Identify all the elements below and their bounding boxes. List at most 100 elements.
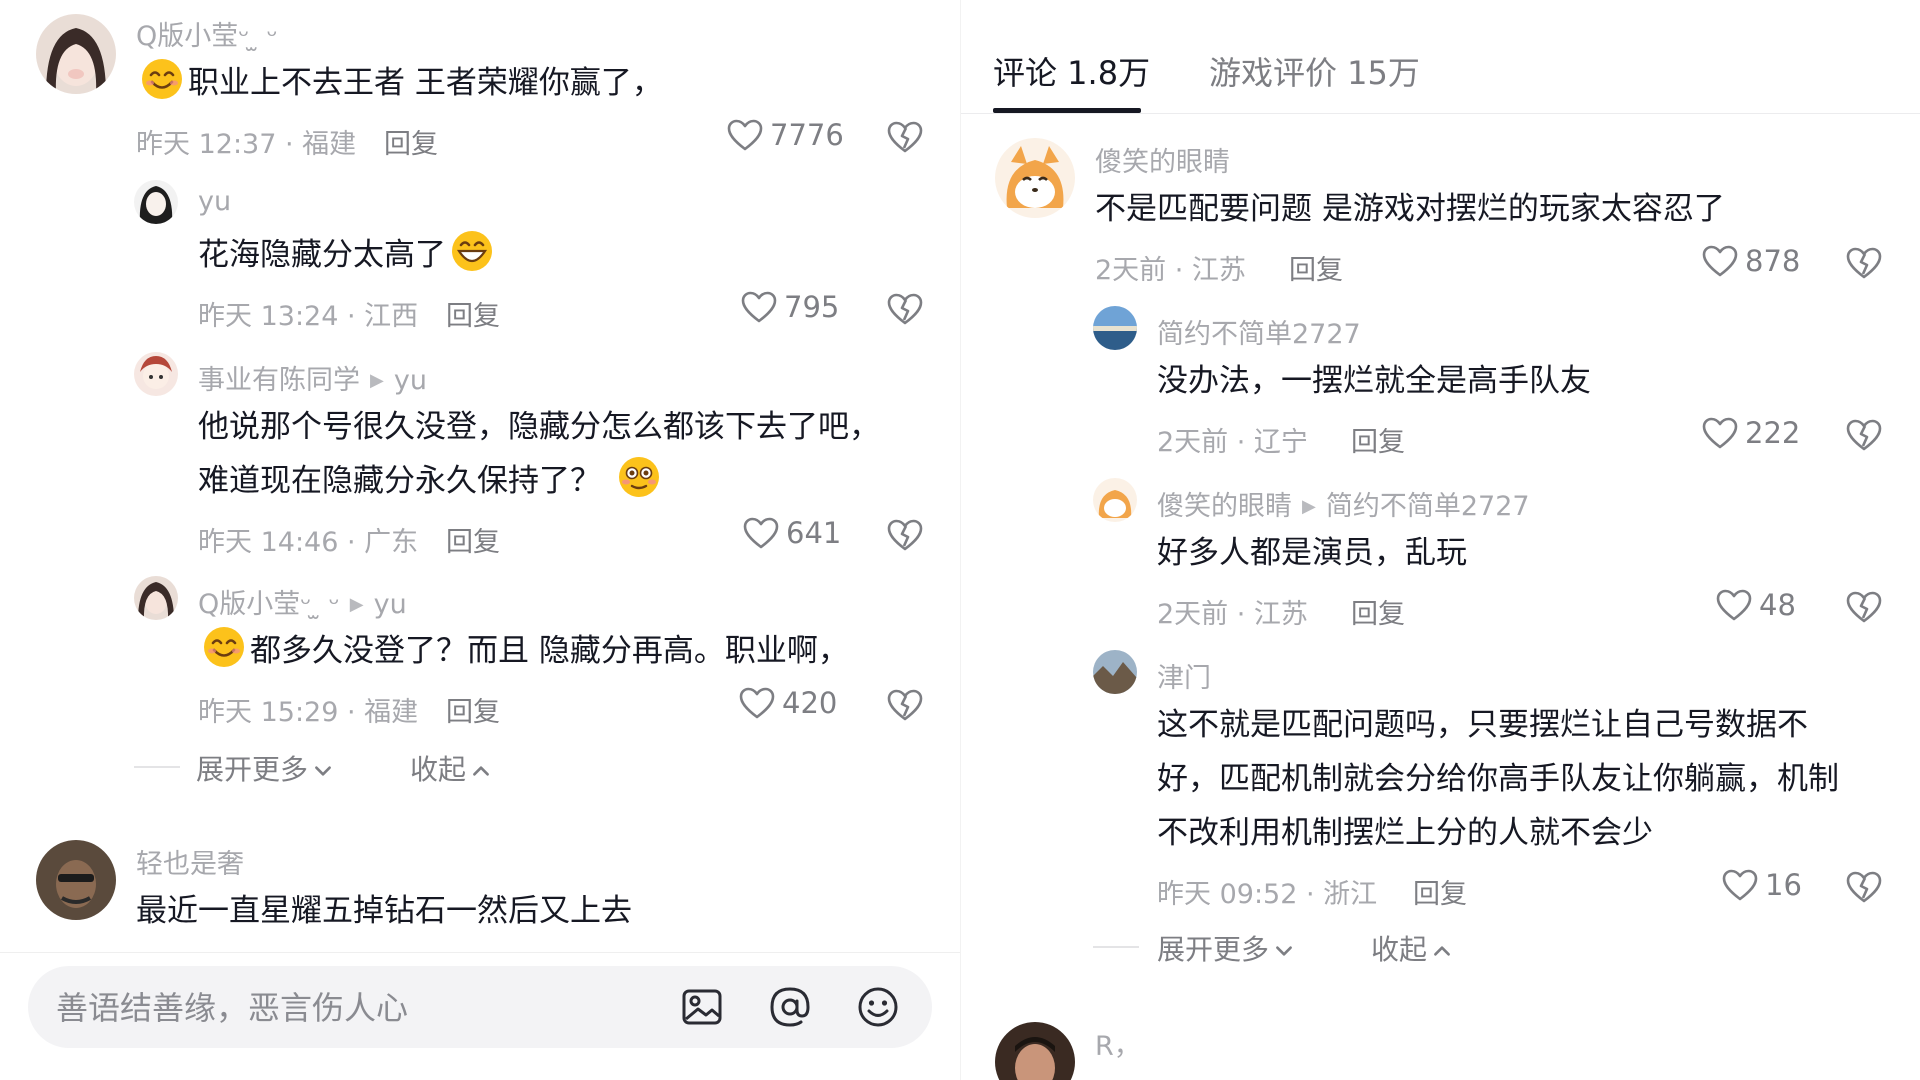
heart-icon [726,118,764,152]
right-comment-panel: 评论 1.8万 游戏评价 15万 傻笑的眼睛 不是匹配要问题 是游戏对摆烂的玩家… [960,0,1920,1080]
tab-divider [961,113,1920,114]
dislike-heart-icon[interactable] [1845,868,1883,906]
image-icon[interactable] [678,983,726,1031]
like-count: 795 [784,290,840,324]
heart-icon [740,290,778,324]
comment-text: 不是匹配要问题 是游戏对摆烂的玩家太容忍了 [1095,191,1725,227]
comment-time-location: 昨天 13:24 · 江西 [198,301,419,332]
like-button[interactable]: 48 [1715,588,1796,622]
comment-input-bar [28,966,932,1050]
comment-text: 他说那个号很久没登，隐藏分怎么都该下去了吧， 难道现在隐藏分永久保持了？ [198,409,880,499]
like-count: 222 [1745,416,1801,450]
avatar[interactable] [1093,478,1137,522]
reply-button[interactable]: 回复 [446,690,500,729]
expand-divider [1093,946,1139,948]
comment-time-location: 昨天 09:52 · 浙江 [1157,879,1378,910]
like-button[interactable]: 420 [738,686,837,720]
avatar[interactable] [1093,650,1137,694]
avatar[interactable] [1093,306,1137,350]
reply-button[interactable]: 回复 [1289,248,1343,287]
avatar[interactable] [134,352,178,396]
like-button[interactable]: 795 [740,290,839,324]
reply-arrow-icon: ▶ [349,594,364,615]
avatar[interactable] [36,840,116,920]
comment-time-location: 2天前 · 江苏 [1095,255,1246,286]
comment-input[interactable] [54,966,638,1050]
comment-text: 最近一直星耀五掉钻石一然后又上去 [136,893,632,929]
input-divider [0,952,960,953]
like-button[interactable]: 7776 [726,118,844,152]
expand-more-button[interactable]: 展开更多 [1157,928,1295,968]
reply-arrow-icon: ▶ [1302,496,1316,517]
expand-more-button[interactable]: 展开更多 [196,748,334,788]
comment-username[interactable]: 傻笑的眼睛 [1095,140,1230,179]
smile-emoji-icon [140,57,184,101]
comment-time-location: 2天前 · 辽宁 [1157,427,1308,458]
avatar[interactable] [995,1022,1075,1080]
emoji-icon[interactable] [854,983,902,1031]
chevron-up-icon [470,760,492,782]
avatar[interactable] [36,14,116,94]
comment-username[interactable]: 津门 [1157,656,1211,695]
like-button[interactable]: 878 [1701,244,1800,278]
avatar[interactable] [134,180,178,224]
comment-time-location: 2天前 · 江苏 [1157,599,1308,630]
smile-emoji-icon [202,625,246,669]
dislike-heart-icon[interactable] [886,118,924,156]
comment-text: 职业上不去王者 王者荣耀你赢了， [136,56,663,110]
collapse-button[interactable]: 收起 [410,748,492,788]
comment-time-location: 昨天 15:29 · 福建 [198,697,419,728]
comment-text: 好多人都是演员，乱玩 [1157,535,1467,571]
like-count: 7776 [770,118,844,152]
heart-icon [1715,588,1753,622]
comment-text: 花海隐藏分太高了 [198,228,498,282]
like-count: 420 [782,686,838,720]
comment-username[interactable]: 轻也是奢 [136,842,244,881]
comment-text: 都多久没登了？而且 隐藏分再高。职业啊， [198,624,849,678]
comment-username: 事业有陈同学 ▶ yu [198,365,427,396]
dislike-heart-icon[interactable] [1845,588,1883,626]
reply-button[interactable]: 回复 [384,122,438,161]
comment-username[interactable]: R， [1095,1024,1141,1063]
heart-icon [742,516,780,550]
comment-username[interactable]: Q版小莹ᵕ ̫ ᵕ [136,14,278,53]
comment-time-location: 昨天 14:46 · 广东 [198,527,419,558]
grin-emoji-icon [450,229,494,273]
dislike-heart-icon[interactable] [886,516,924,554]
like-button[interactable]: 641 [742,516,841,550]
dislike-heart-icon[interactable] [1845,244,1883,282]
comment-text: 这不就是匹配问题吗，只要摆烂让自己号数据不 好，匹配机制就会分给你高手队友让你躺… [1157,707,1839,851]
reply-button[interactable]: 回复 [446,294,500,333]
reply-button[interactable]: 回复 [1351,420,1405,459]
heart-icon [1701,244,1739,278]
collapse-button[interactable]: 收起 [1371,928,1453,968]
like-button[interactable]: 222 [1701,416,1800,450]
tab-game-reviews[interactable]: 游戏评价 15万 [1209,48,1420,94]
avatar[interactable] [134,576,178,620]
reply-arrow-icon: ▶ [370,370,384,391]
comment-username[interactable]: 简约不简单2727 [1157,312,1361,351]
dislike-heart-icon[interactable] [886,686,924,724]
like-count: 878 [1745,244,1801,278]
tab-comments[interactable]: 评论 1.8万 [993,48,1150,94]
dislike-heart-icon[interactable] [1845,416,1883,454]
like-count: 16 [1765,868,1802,902]
comment-text: 没办法，一摆烂就全是高手队友 [1157,363,1591,399]
expand-divider [134,766,180,768]
like-button[interactable]: 16 [1721,868,1802,902]
flushed-emoji-icon [617,455,661,499]
comment-username[interactable]: yu [198,186,231,217]
like-count: 641 [786,516,842,550]
chevron-down-icon [312,760,334,782]
avatar[interactable] [995,138,1075,218]
dislike-heart-icon[interactable] [886,290,924,328]
heart-icon [1701,416,1739,450]
chevron-up-icon [1431,940,1453,962]
reply-button[interactable]: 回复 [446,520,500,559]
reply-button[interactable]: 回复 [1351,592,1405,631]
reply-button[interactable]: 回复 [1413,872,1467,911]
at-icon[interactable] [766,983,814,1031]
comment-username: Q版小莹ᵕ ̫ ᵕ ▶ yu [198,589,407,620]
heart-icon [1721,868,1759,902]
chevron-down-icon [1273,940,1295,962]
